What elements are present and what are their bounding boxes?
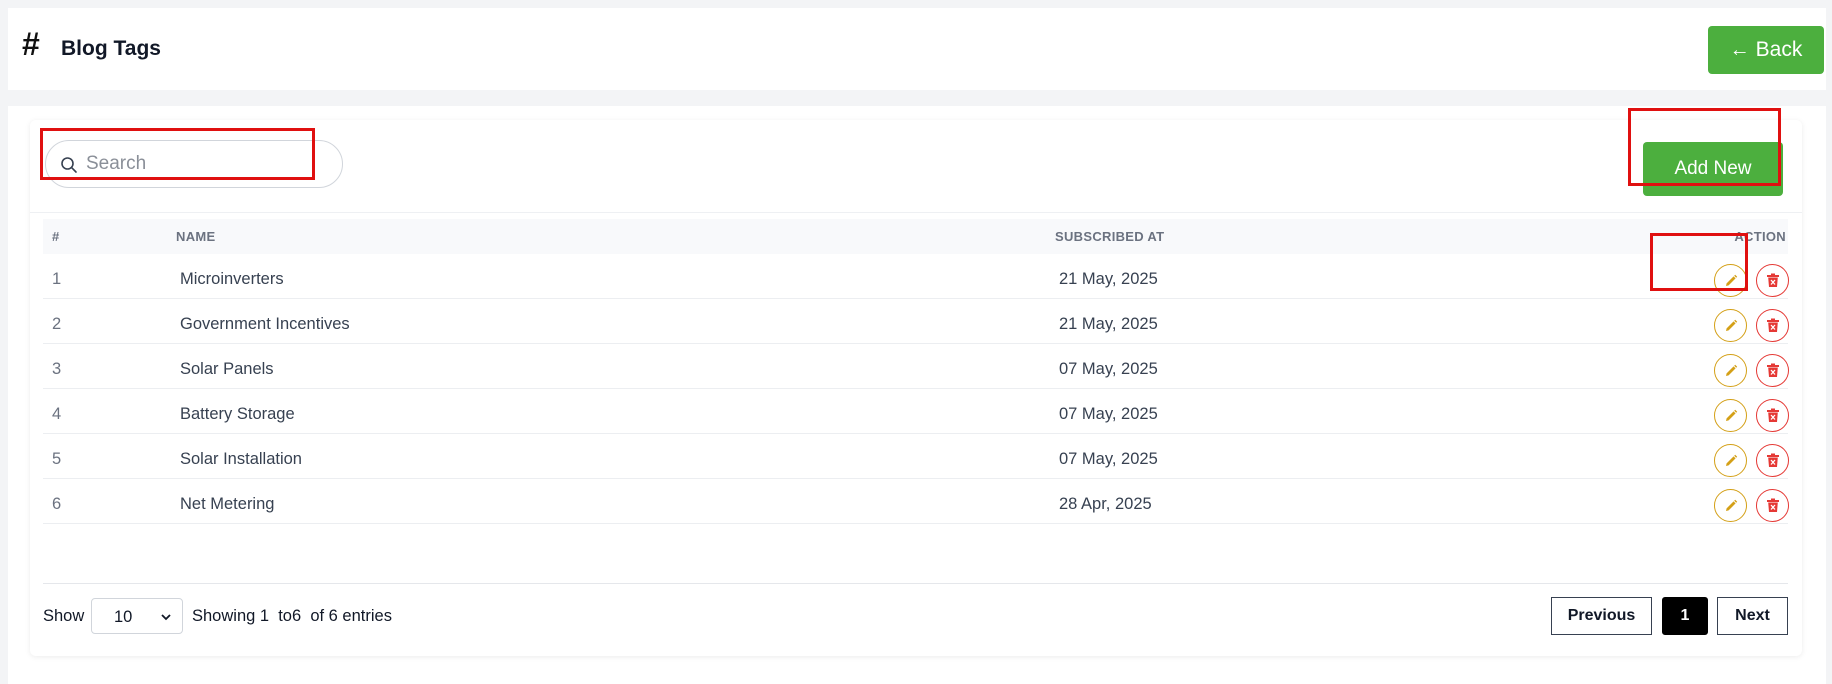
delete-button[interactable] bbox=[1756, 264, 1789, 297]
tags-table-card: Add New # NAME SUBSCRIBED AT ACTION 1 Mic… bbox=[30, 108, 1802, 656]
arrow-left-icon: ← bbox=[1729, 38, 1750, 61]
edit-button[interactable] bbox=[1714, 354, 1747, 387]
column-header-subscribed-at: SUBSCRIBED AT bbox=[1055, 229, 1165, 244]
pencil-icon bbox=[1725, 409, 1737, 421]
delete-button[interactable] bbox=[1756, 444, 1789, 477]
tag-name: Solar Panels bbox=[180, 360, 274, 378]
page-header: # Blog Tags ← Back bbox=[8, 8, 1826, 90]
page-size-value: 10 bbox=[114, 608, 133, 626]
subscribed-date: 07 May, 2025 bbox=[1059, 360, 1158, 378]
main-content: Add New # NAME SUBSCRIBED AT ACTION 1 Mic… bbox=[8, 106, 1826, 684]
trash-icon bbox=[1766, 498, 1779, 512]
subscribed-date: 21 May, 2025 bbox=[1059, 315, 1158, 333]
tag-name: Microinverters bbox=[180, 270, 284, 288]
page-title: Blog Tags bbox=[61, 37, 161, 60]
table-header: # NAME SUBSCRIBED AT ACTION bbox=[43, 219, 1788, 254]
row-number: 2 bbox=[52, 315, 62, 333]
row-number: 3 bbox=[52, 360, 62, 378]
page-1-button[interactable]: 1 bbox=[1662, 597, 1708, 635]
row-number: 1 bbox=[52, 270, 62, 288]
page-size-select[interactable]: 10 bbox=[91, 598, 183, 634]
subscribed-date: 21 May, 2025 bbox=[1059, 270, 1158, 288]
table-row: 1 Microinverters 21 May, 2025 bbox=[43, 254, 1789, 299]
delete-button[interactable] bbox=[1756, 309, 1789, 342]
delete-button[interactable] bbox=[1756, 399, 1789, 432]
edit-button[interactable] bbox=[1714, 489, 1747, 522]
pencil-icon bbox=[1725, 499, 1737, 511]
trash-icon bbox=[1766, 363, 1779, 377]
delete-button[interactable] bbox=[1756, 354, 1789, 387]
table-row: 6 Net Metering 28 Apr, 2025 bbox=[43, 479, 1789, 524]
edit-button[interactable] bbox=[1714, 444, 1747, 477]
divider bbox=[43, 583, 1788, 584]
edit-button[interactable] bbox=[1714, 399, 1747, 432]
pencil-icon bbox=[1725, 319, 1737, 331]
add-new-button[interactable]: Add New bbox=[1643, 142, 1783, 196]
tag-name: Government Incentives bbox=[180, 315, 350, 333]
subscribed-date: 07 May, 2025 bbox=[1059, 405, 1158, 423]
column-header-number: # bbox=[52, 229, 60, 244]
table-row: 4 Battery Storage 07 May, 2025 bbox=[43, 389, 1789, 434]
divider bbox=[30, 212, 1802, 213]
table-row: 2 Government Incentives 21 May, 2025 bbox=[43, 299, 1789, 344]
trash-icon bbox=[1766, 318, 1779, 332]
pencil-icon bbox=[1725, 364, 1737, 376]
pencil-icon bbox=[1725, 274, 1737, 286]
next-page-button[interactable]: Next bbox=[1717, 597, 1788, 635]
tag-name: Solar Installation bbox=[180, 450, 302, 468]
table-row: 5 Solar Installation 07 May, 2025 bbox=[43, 434, 1789, 479]
row-number: 5 bbox=[52, 450, 62, 468]
subscribed-date: 07 May, 2025 bbox=[1059, 450, 1158, 468]
subscribed-date: 28 Apr, 2025 bbox=[1059, 495, 1152, 513]
row-number: 4 bbox=[52, 405, 62, 423]
back-button[interactable]: ← Back bbox=[1708, 26, 1824, 74]
table-row: 3 Solar Panels 07 May, 2025 bbox=[43, 344, 1789, 389]
previous-page-button[interactable]: Previous bbox=[1551, 597, 1652, 635]
column-header-name: NAME bbox=[176, 229, 216, 244]
edit-button[interactable] bbox=[1714, 264, 1747, 297]
hash-icon: # bbox=[22, 26, 40, 62]
row-number: 6 bbox=[52, 495, 62, 513]
trash-icon bbox=[1766, 273, 1779, 287]
edit-button[interactable] bbox=[1714, 309, 1747, 342]
delete-button[interactable] bbox=[1756, 489, 1789, 522]
trash-icon bbox=[1766, 453, 1779, 467]
trash-icon bbox=[1766, 408, 1779, 422]
search-box[interactable] bbox=[45, 140, 343, 188]
search-icon bbox=[61, 157, 77, 173]
chevron-down-icon bbox=[161, 614, 171, 621]
pencil-icon bbox=[1725, 454, 1737, 466]
entries-info: Showing 1 to6 of 6 entries bbox=[192, 607, 392, 625]
back-button-label: Back bbox=[1755, 38, 1803, 61]
search-input[interactable] bbox=[86, 149, 326, 179]
show-label: Show bbox=[43, 607, 85, 625]
tag-name: Battery Storage bbox=[180, 405, 295, 423]
tag-name: Net Metering bbox=[180, 495, 275, 513]
column-header-action: ACTION bbox=[1734, 229, 1786, 244]
